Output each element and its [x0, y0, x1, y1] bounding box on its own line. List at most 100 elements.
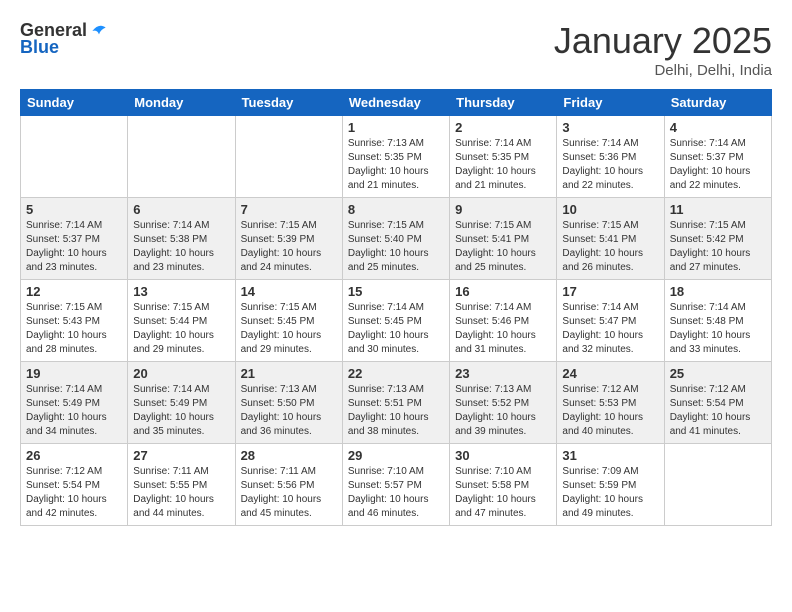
header-sunday: Sunday	[21, 90, 128, 116]
calendar-cell: 20 Sunrise: 7:14 AM Sunset: 5:49 PM Dayli…	[128, 362, 235, 444]
calendar-week-3: 12 Sunrise: 7:15 AM Sunset: 5:43 PM Dayli…	[21, 280, 772, 362]
day-info: Sunrise: 7:10 AM Sunset: 5:57 PM Dayligh…	[348, 465, 444, 521]
calendar-table: SundayMondayTuesdayWednesdayThursdayFrid…	[20, 89, 772, 526]
calendar-cell: 11 Sunrise: 7:15 AM Sunset: 5:42 PM Dayli…	[664, 198, 771, 280]
day-info: Sunrise: 7:12 AM Sunset: 5:54 PM Dayligh…	[670, 383, 766, 439]
calendar-week-1: 1Sunrise: 7:13 AM Sunset: 5:35 PM Daylig…	[21, 116, 772, 198]
calendar-cell: 19Sunrise: 7:14 AM Sunset: 5:49 PM Dayli…	[21, 362, 128, 444]
calendar-cell: 28 Sunrise: 7:11 AM Sunset: 5:56 PM Dayli…	[235, 444, 342, 526]
day-number: 14	[241, 284, 337, 299]
day-number: 6	[133, 202, 229, 217]
day-info: Sunrise: 7:14 AM Sunset: 5:36 PM Dayligh…	[562, 137, 658, 193]
day-number: 25	[670, 366, 766, 381]
logo-blue-text: Blue	[20, 37, 59, 58]
calendar-week-5: 26Sunrise: 7:12 AM Sunset: 5:54 PM Dayli…	[21, 444, 772, 526]
calendar-cell: 27 Sunrise: 7:11 AM Sunset: 5:55 PM Dayli…	[128, 444, 235, 526]
calendar-cell: 17Sunrise: 7:14 AM Sunset: 5:47 PM Dayli…	[557, 280, 664, 362]
calendar-cell: 15 Sunrise: 7:14 AM Sunset: 5:45 PM Dayli…	[342, 280, 449, 362]
calendar-cell: 13 Sunrise: 7:15 AM Sunset: 5:44 PM Dayli…	[128, 280, 235, 362]
calendar-cell: 21Sunrise: 7:13 AM Sunset: 5:50 PM Dayli…	[235, 362, 342, 444]
calendar-cell: 31Sunrise: 7:09 AM Sunset: 5:59 PM Dayli…	[557, 444, 664, 526]
calendar-cell: 8Sunrise: 7:15 AM Sunset: 5:40 PM Daylig…	[342, 198, 449, 280]
day-info: Sunrise: 7:11 AM Sunset: 5:56 PM Dayligh…	[241, 465, 337, 521]
day-number: 13	[133, 284, 229, 299]
day-number: 11	[670, 202, 766, 217]
calendar-cell: 16Sunrise: 7:14 AM Sunset: 5:46 PM Dayli…	[450, 280, 557, 362]
day-number: 15	[348, 284, 444, 299]
calendar-cell: 25 Sunrise: 7:12 AM Sunset: 5:54 PM Dayli…	[664, 362, 771, 444]
day-info: Sunrise: 7:12 AM Sunset: 5:54 PM Dayligh…	[26, 465, 122, 521]
day-info: Sunrise: 7:15 AM Sunset: 5:45 PM Dayligh…	[241, 301, 337, 357]
calendar-cell: 14 Sunrise: 7:15 AM Sunset: 5:45 PM Dayli…	[235, 280, 342, 362]
calendar-cell: 22 Sunrise: 7:13 AM Sunset: 5:51 PM Dayli…	[342, 362, 449, 444]
header-thursday: Thursday	[450, 90, 557, 116]
day-info: Sunrise: 7:14 AM Sunset: 5:49 PM Dayligh…	[26, 383, 122, 439]
calendar-cell: 5Sunrise: 7:14 AM Sunset: 5:37 PM Daylig…	[21, 198, 128, 280]
calendar-cell: 7 Sunrise: 7:15 AM Sunset: 5:39 PM Daylig…	[235, 198, 342, 280]
day-number: 22	[348, 366, 444, 381]
day-info: Sunrise: 7:11 AM Sunset: 5:55 PM Dayligh…	[133, 465, 229, 521]
day-info: Sunrise: 7:14 AM Sunset: 5:49 PM Dayligh…	[133, 383, 229, 439]
day-number: 2	[455, 120, 551, 135]
calendar-cell	[21, 116, 128, 198]
day-info: Sunrise: 7:14 AM Sunset: 5:35 PM Dayligh…	[455, 137, 551, 193]
day-info: Sunrise: 7:14 AM Sunset: 5:37 PM Dayligh…	[670, 137, 766, 193]
day-info: Sunrise: 7:13 AM Sunset: 5:50 PM Dayligh…	[241, 383, 337, 439]
calendar-cell	[664, 444, 771, 526]
day-number: 4	[670, 120, 766, 135]
day-info: Sunrise: 7:15 AM Sunset: 5:44 PM Dayligh…	[133, 301, 229, 357]
header-tuesday: Tuesday	[235, 90, 342, 116]
calendar-cell: 9 Sunrise: 7:15 AM Sunset: 5:41 PM Daylig…	[450, 198, 557, 280]
location-subtitle: Delhi, Delhi, India	[554, 62, 772, 79]
day-info: Sunrise: 7:15 AM Sunset: 5:42 PM Dayligh…	[670, 219, 766, 275]
title-block: January 2025 Delhi, Delhi, India	[554, 20, 772, 79]
calendar-week-2: 5Sunrise: 7:14 AM Sunset: 5:37 PM Daylig…	[21, 198, 772, 280]
calendar-cell: 18Sunrise: 7:14 AM Sunset: 5:48 PM Dayli…	[664, 280, 771, 362]
header-saturday: Saturday	[664, 90, 771, 116]
header-monday: Monday	[128, 90, 235, 116]
day-number: 5	[26, 202, 122, 217]
page-header: General Blue January 2025 Delhi, Delhi, …	[20, 20, 772, 79]
day-info: Sunrise: 7:14 AM Sunset: 5:45 PM Dayligh…	[348, 301, 444, 357]
calendar-cell: 4 Sunrise: 7:14 AM Sunset: 5:37 PM Daylig…	[664, 116, 771, 198]
calendar-cell: 6Sunrise: 7:14 AM Sunset: 5:38 PM Daylig…	[128, 198, 235, 280]
calendar-cell: 10Sunrise: 7:15 AM Sunset: 5:41 PM Dayli…	[557, 198, 664, 280]
calendar-cell	[128, 116, 235, 198]
calendar-cell: 26Sunrise: 7:12 AM Sunset: 5:54 PM Dayli…	[21, 444, 128, 526]
logo-wing-icon	[89, 21, 109, 41]
calendar-cell: 30 Sunrise: 7:10 AM Sunset: 5:58 PM Dayli…	[450, 444, 557, 526]
header-wednesday: Wednesday	[342, 90, 449, 116]
day-number: 3	[562, 120, 658, 135]
day-info: Sunrise: 7:12 AM Sunset: 5:53 PM Dayligh…	[562, 383, 658, 439]
day-info: Sunrise: 7:15 AM Sunset: 5:40 PM Dayligh…	[348, 219, 444, 275]
calendar-week-4: 19Sunrise: 7:14 AM Sunset: 5:49 PM Dayli…	[21, 362, 772, 444]
day-info: Sunrise: 7:13 AM Sunset: 5:51 PM Dayligh…	[348, 383, 444, 439]
calendar-cell: 1Sunrise: 7:13 AM Sunset: 5:35 PM Daylig…	[342, 116, 449, 198]
calendar-cell	[235, 116, 342, 198]
day-number: 28	[241, 448, 337, 463]
calendar-cell: 23Sunrise: 7:13 AM Sunset: 5:52 PM Dayli…	[450, 362, 557, 444]
calendar-cell: 24Sunrise: 7:12 AM Sunset: 5:53 PM Dayli…	[557, 362, 664, 444]
day-info: Sunrise: 7:15 AM Sunset: 5:39 PM Dayligh…	[241, 219, 337, 275]
day-number: 9	[455, 202, 551, 217]
calendar-cell: 12 Sunrise: 7:15 AM Sunset: 5:43 PM Dayli…	[21, 280, 128, 362]
day-number: 1	[348, 120, 444, 135]
day-info: Sunrise: 7:15 AM Sunset: 5:43 PM Dayligh…	[26, 301, 122, 357]
header-friday: Friday	[557, 90, 664, 116]
day-number: 23	[455, 366, 551, 381]
day-info: Sunrise: 7:15 AM Sunset: 5:41 PM Dayligh…	[455, 219, 551, 275]
day-number: 27	[133, 448, 229, 463]
day-number: 10	[562, 202, 658, 217]
calendar-cell: 29 Sunrise: 7:10 AM Sunset: 5:57 PM Dayli…	[342, 444, 449, 526]
day-number: 7	[241, 202, 337, 217]
day-number: 20	[133, 366, 229, 381]
day-info: Sunrise: 7:14 AM Sunset: 5:46 PM Dayligh…	[455, 301, 551, 357]
month-title: January 2025	[554, 20, 772, 62]
calendar-header-row: SundayMondayTuesdayWednesdayThursdayFrid…	[21, 90, 772, 116]
day-info: Sunrise: 7:10 AM Sunset: 5:58 PM Dayligh…	[455, 465, 551, 521]
day-number: 29	[348, 448, 444, 463]
day-info: Sunrise: 7:14 AM Sunset: 5:48 PM Dayligh…	[670, 301, 766, 357]
day-number: 12	[26, 284, 122, 299]
day-number: 30	[455, 448, 551, 463]
day-number: 31	[562, 448, 658, 463]
